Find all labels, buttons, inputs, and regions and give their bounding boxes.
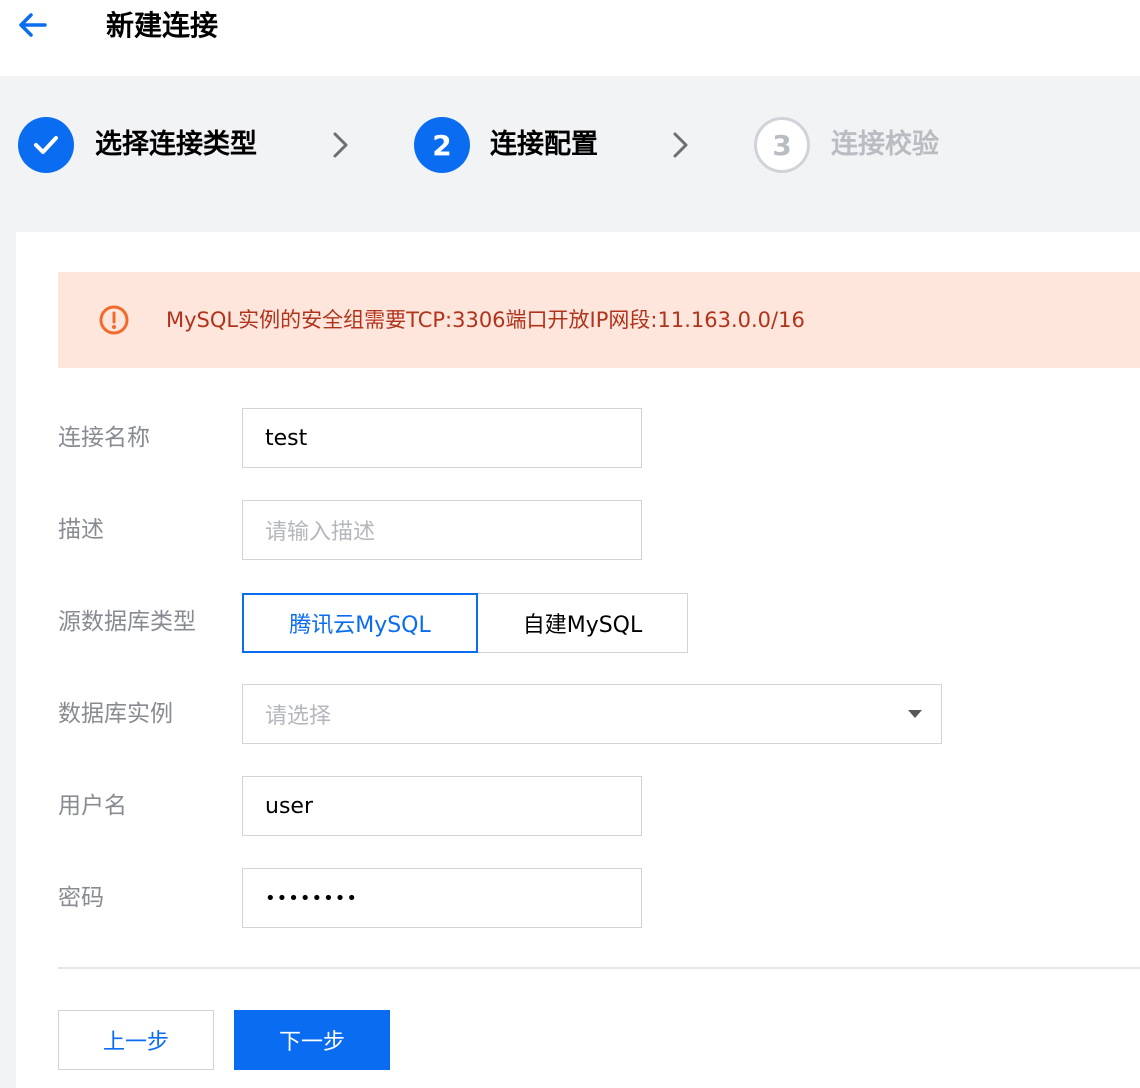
chevron-right-icon <box>333 132 348 158</box>
password-label: 密码 <box>58 885 104 911</box>
source-type-label: 源数据库类型 <box>58 609 196 635</box>
instance-select-placeholder: 请选择 <box>265 704 332 729</box>
divider <box>58 967 1140 969</box>
name-label: 连接名称 <box>58 425 150 451</box>
step-2-circle: 2 <box>414 117 470 173</box>
description-label: 描述 <box>58 517 104 543</box>
option-tencent-mysql[interactable]: 腾讯云MySQL <box>242 593 478 653</box>
option-self-hosted-mysql[interactable]: 自建MySQL <box>477 593 688 653</box>
name-input[interactable]: test <box>242 408 642 468</box>
step-3-circle: 3 <box>754 117 810 173</box>
password-input[interactable]: •••••••• <box>242 868 642 928</box>
instance-label: 数据库实例 <box>58 701 173 727</box>
warning-circle-icon <box>99 305 129 335</box>
form-card: MySQL实例的安全组需要TCP:3306端口开放IP网段:11.163.0.0… <box>16 232 1140 1088</box>
username-input[interactable]: user <box>242 776 642 836</box>
chevron-right-icon <box>673 132 688 158</box>
page-header: 新建连接 <box>0 0 1140 76</box>
step-1-label: 选择连接类型 <box>95 129 257 160</box>
caret-down-icon <box>908 710 922 718</box>
instance-select[interactable]: 请选择 <box>242 684 942 744</box>
step-3-label: 连接校验 <box>831 129 939 160</box>
arrow-left-icon[interactable] <box>16 8 50 42</box>
username-label: 用户名 <box>58 793 127 819</box>
alert-text: MySQL实例的安全组需要TCP:3306端口开放IP网段:11.163.0.0… <box>166 308 805 332</box>
step-1-circle <box>18 117 74 173</box>
stepper: 选择连接类型 2 连接配置 3 连接校验 <box>0 76 1140 232</box>
step-2-label: 连接配置 <box>490 129 598 160</box>
description-input[interactable]: 请输入描述 <box>242 500 642 560</box>
page-title: 新建连接 <box>106 9 219 42</box>
check-icon <box>34 136 58 154</box>
prev-step-button[interactable]: 上一步 <box>58 1010 214 1070</box>
security-alert: MySQL实例的安全组需要TCP:3306端口开放IP网段:11.163.0.0… <box>58 272 1140 368</box>
next-step-button[interactable]: 下一步 <box>234 1010 390 1070</box>
